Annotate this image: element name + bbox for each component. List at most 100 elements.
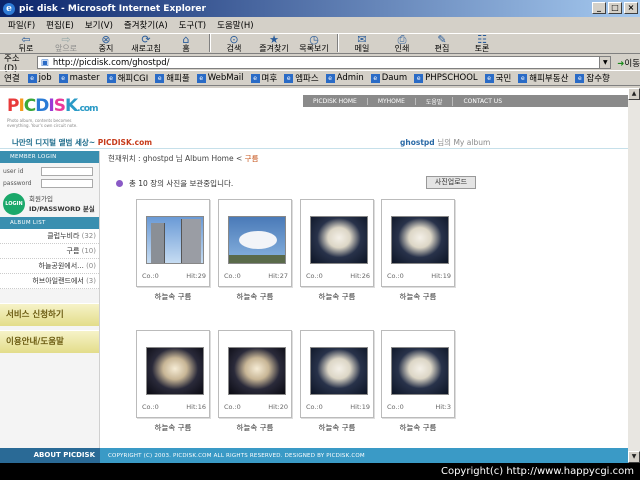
- photo-thumbnail[interactable]: Co.:0 Hit:16 하늘속 구름: [136, 330, 210, 433]
- photo-caption[interactable]: 하늘속 구름: [300, 422, 374, 433]
- link-page-icon: e: [196, 73, 206, 83]
- toolbar-button[interactable]: ⟳ 새로고침: [126, 34, 166, 53]
- photo-caption[interactable]: 하늘속 구름: [218, 422, 292, 433]
- scroll-down-icon[interactable]: ▼: [628, 451, 640, 463]
- vertical-scrollbar[interactable]: ▲ ▼: [628, 88, 640, 463]
- link-item[interactable]: e PHPSCHOOL: [414, 73, 478, 83]
- photo-caption[interactable]: 하늘속 구름: [381, 422, 455, 433]
- toolbar-button[interactable]: ★ 즐겨찾기: [254, 34, 294, 53]
- photo-meta: Co.:0 Hit:27: [224, 272, 288, 280]
- album-name: 허브아일랜드에서: [32, 277, 84, 285]
- toolbar-button[interactable]: ⊗ 중지: [86, 34, 126, 53]
- photo-meta: Co.:0 Hit:20: [224, 403, 288, 411]
- link-item[interactable]: e Daum: [370, 73, 408, 83]
- address-dropdown-icon[interactable]: ▼: [599, 57, 611, 68]
- cloud-photo-image[interactable]: [391, 347, 449, 395]
- menu-item[interactable]: 도움말(H): [217, 19, 253, 31]
- picdisk-logo[interactable]: PICDISK.com Photo album, contents become…: [7, 98, 99, 129]
- link-item[interactable]: e WebMail: [196, 73, 244, 83]
- link-item[interactable]: e 해피CGI: [106, 72, 148, 84]
- photo-thumbnail[interactable]: Co.:0 Hit:19 하늘속 구름: [300, 330, 374, 433]
- toolbar-button[interactable]: ✉ 메일: [342, 34, 382, 53]
- address-url: http://picdisk.com/ghostpd/: [52, 57, 170, 68]
- photo-caption[interactable]: 하늘속 구름: [300, 291, 374, 302]
- album-name: 클럽누비라: [47, 232, 80, 240]
- menu-item[interactable]: 파일(F): [8, 19, 35, 31]
- link-item[interactable]: e 잡수향: [575, 72, 610, 84]
- album-count: (32): [81, 232, 96, 240]
- toolbar-button[interactable]: ☷ 토론: [462, 34, 502, 53]
- toolbar-button[interactable]: ⇨ 앞으로: [46, 34, 86, 53]
- album-name: 구름: [66, 247, 80, 255]
- album-item[interactable]: 하늘공원에서... (0): [0, 259, 99, 274]
- link-item[interactable]: e 며후: [250, 72, 277, 84]
- link-item[interactable]: e Admin: [325, 73, 364, 83]
- menu-item[interactable]: 즐겨찾기(A): [124, 19, 168, 31]
- toolbar-button[interactable]: ⇦ 뒤로: [6, 34, 46, 53]
- toolbar: ⇦ 뒤로 ⇨ 앞으로 ⊗ 중지 ⟳ 새로고침 ⌂ 홈 ⊙ 검색 ★ 즐겨찾기 ◷ 목록보기 ✉ 메일 ⎙ 인쇄 ✎ 편집 ☷…: [0, 34, 640, 54]
- photo-caption[interactable]: 하늘속 구름: [136, 422, 210, 433]
- photo-thumbnail[interactable]: Co.:0 Hit:3 하늘속 구름: [381, 330, 455, 433]
- go-button[interactable]: ➜이동: [617, 57, 640, 69]
- link-item[interactable]: e job: [27, 73, 52, 83]
- guide-help-button[interactable]: 이용안내/도움말: [0, 330, 99, 353]
- close-button[interactable]: ×: [624, 2, 638, 14]
- join-link[interactable]: 회원가입: [29, 194, 95, 204]
- link-page-icon: e: [155, 73, 165, 83]
- link-item[interactable]: e 엠파스: [284, 72, 319, 84]
- cloud-photo-image[interactable]: [391, 216, 449, 264]
- toolbar-button[interactable]: ◷ 목록보기: [294, 34, 334, 53]
- topnav-item[interactable]: MYHOME: [368, 97, 416, 105]
- link-item[interactable]: e 해피풀: [155, 72, 190, 84]
- cloud-photo-image[interactable]: [228, 216, 286, 264]
- toolbar-button[interactable]: ⌂ 홈: [166, 34, 206, 53]
- logo-tagline: Photo album, contents becomes everything…: [7, 118, 78, 128]
- breadcrumb-current[interactable]: 구름: [245, 154, 259, 163]
- scroll-up-icon[interactable]: ▲: [628, 88, 640, 100]
- photo-thumbnail[interactable]: Co.:0 Hit:27 하늘속 구름: [218, 199, 292, 302]
- photo-meta: Co.:0 Hit:29: [142, 272, 206, 280]
- site-header: PICDISK.com Photo album, contents become…: [0, 88, 628, 134]
- link-item[interactable]: e 해피부동산: [518, 72, 568, 84]
- toolbar-button[interactable]: ⎙ 인쇄: [382, 34, 422, 53]
- cloud-photo-image[interactable]: [228, 347, 286, 395]
- photo-thumbnail[interactable]: Co.:0 Hit:26 하늘속 구름: [300, 199, 374, 302]
- find-password-link[interactable]: ID/PASSWORD 분실: [29, 205, 95, 213]
- photo-meta: Co.:0 Hit:3: [387, 403, 451, 411]
- link-item[interactable]: e master: [58, 73, 100, 83]
- photo-thumbnail[interactable]: Co.:0 Hit:29 하늘속 구름: [136, 199, 210, 302]
- album-item[interactable]: 허브아일랜드에서 (3): [0, 274, 99, 289]
- topnav-item[interactable]: CONTACT US: [453, 98, 512, 105]
- cloud-photo-image[interactable]: [310, 216, 368, 264]
- album-item[interactable]: 클럽누비라 (32): [0, 229, 99, 244]
- photo-caption[interactable]: 하늘속 구름: [218, 291, 292, 302]
- cloud-photo-image[interactable]: [310, 347, 368, 395]
- link-item[interactable]: e 국민: [484, 72, 511, 84]
- album-item[interactable]: 구름 (10): [0, 244, 99, 259]
- photo-thumbnail[interactable]: Co.:0 Hit:19 하늘속 구름: [381, 199, 455, 302]
- link-label: Daum: [381, 73, 408, 83]
- about-picdisk-link[interactable]: ABOUT PICDISK: [0, 448, 100, 463]
- photo-caption[interactable]: 하늘속 구름: [381, 291, 455, 302]
- login-button[interactable]: LOGIN: [3, 193, 25, 215]
- minimize-button[interactable]: _: [592, 2, 606, 14]
- upload-photo-button[interactable]: 사진업로드: [426, 176, 476, 189]
- service-apply-button[interactable]: 서비스 신청하기: [0, 303, 99, 326]
- menu-item[interactable]: 보기(V): [85, 19, 113, 31]
- topnav-item[interactable]: PICDISK HOME: [303, 97, 368, 105]
- photo-caption[interactable]: 하늘속 구름: [136, 291, 210, 302]
- password-input[interactable]: [41, 179, 93, 188]
- maximize-button[interactable]: □: [608, 2, 622, 14]
- address-input[interactable]: ▣ http://picdisk.com/ghostpd/ ▼: [36, 56, 612, 69]
- link-label: master: [69, 73, 100, 83]
- toolbar-button[interactable]: ✎ 편집: [422, 34, 462, 53]
- login-box: user id password LOGIN 회원가입 ID/PASSWORD …: [0, 163, 99, 215]
- user-id-input[interactable]: [41, 167, 93, 176]
- menu-item[interactable]: 도구(T): [179, 19, 206, 31]
- cloud-photo-image[interactable]: [146, 216, 204, 264]
- photo-thumbnail[interactable]: Co.:0 Hit:20 하늘속 구름: [218, 330, 292, 433]
- menu-item[interactable]: 편집(E): [46, 19, 74, 31]
- topnav-item[interactable]: 도움말: [416, 96, 454, 106]
- cloud-photo-image[interactable]: [146, 347, 204, 395]
- toolbar-button[interactable]: ⊙ 검색: [214, 34, 254, 53]
